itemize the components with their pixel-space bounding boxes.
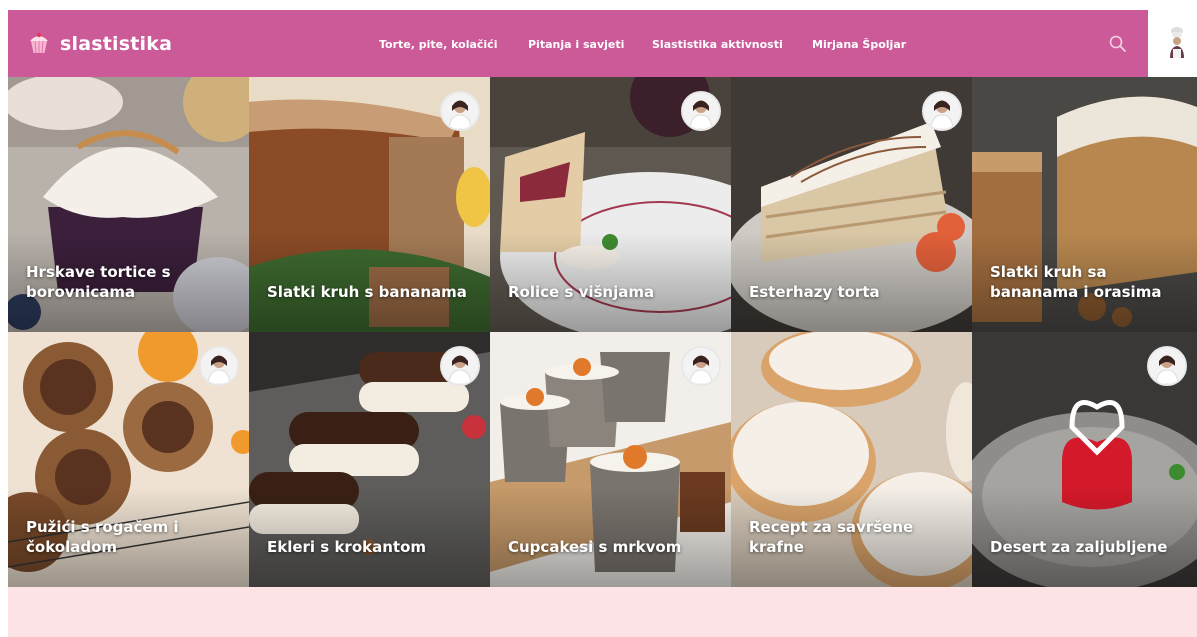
brand-logo-link[interactable]: slastistika: [26, 29, 172, 59]
recipe-title: Ekleri s krokantom: [267, 538, 427, 556]
author-avatar: [440, 346, 480, 386]
author-avatar: [1147, 346, 1187, 386]
recipe-title: Esterhazy torta: [749, 283, 880, 301]
brand-name: slastistika: [60, 33, 173, 55]
recipe-tile[interactable]: Cupcakesi s mrkvom: [490, 332, 731, 587]
footer-band: [8, 587, 1197, 637]
recipe-title: Cupcakesi s mrkvom: [508, 538, 682, 556]
recipe-title: Pužići s rogačem i čokoladom: [26, 518, 179, 556]
recipe-tile[interactable]: Slatki kruh sa bananama i orasima: [972, 77, 1197, 332]
recipe-title: Desert za zaljubljene: [990, 538, 1168, 556]
author-avatar: [440, 91, 480, 131]
recipe-tile[interactable]: Pužići s rogačem i čokoladom: [8, 332, 249, 587]
recipe-tile[interactable]: Esterhazy torta: [731, 77, 972, 332]
author-avatar: [681, 91, 721, 131]
page: slastistika Torte, pite, kolačići Pitanj…: [0, 0, 1197, 637]
search-icon[interactable]: [1108, 34, 1128, 54]
recipe-tile[interactable]: Hrskave tortice s borovnicama: [8, 77, 249, 332]
recipe-tile[interactable]: Slatki kruh s bananama: [249, 77, 490, 332]
chef-icon[interactable]: [1166, 24, 1188, 62]
recipe-grid: Hrskave tortice s borovnicama Slatki kru…: [8, 77, 1197, 587]
nav-item-pitanja-i-savjeti[interactable]: Pitanja i savjeti: [528, 38, 624, 51]
author-avatar: [922, 91, 962, 131]
author-avatar: [681, 346, 721, 386]
recipe-tile[interactable]: Desert za zaljubljene: [972, 332, 1197, 587]
nav-item-mirjana-spoljar[interactable]: Mirjana Špoljar: [812, 38, 906, 51]
recipe-title: Hrskave tortice s borovnicama: [26, 263, 171, 301]
recipe-tile[interactable]: Recept za savršene krafne: [731, 332, 972, 587]
author-avatar: [199, 346, 239, 386]
recipe-title: Slatki kruh sa bananama i orasima: [990, 263, 1162, 301]
nav-item-slastistika-aktivnosti[interactable]: Slastistika aktivnosti: [652, 38, 783, 51]
cupcake-icon: [26, 29, 52, 59]
nav-item-torte-pite-kolacici[interactable]: Torte, pite, kolačići: [379, 38, 497, 51]
recipe-title: Recept za savršene krafne: [749, 518, 914, 556]
recipe-tile[interactable]: Rolice s višnjama: [490, 77, 731, 332]
recipe-title: Rolice s višnjama: [508, 283, 655, 301]
top-navigation-bar: slastistika Torte, pite, kolačići Pitanj…: [8, 10, 1148, 77]
recipe-tile[interactable]: Ekleri s krokantom: [249, 332, 490, 587]
recipe-title: Slatki kruh s bananama: [267, 283, 467, 301]
